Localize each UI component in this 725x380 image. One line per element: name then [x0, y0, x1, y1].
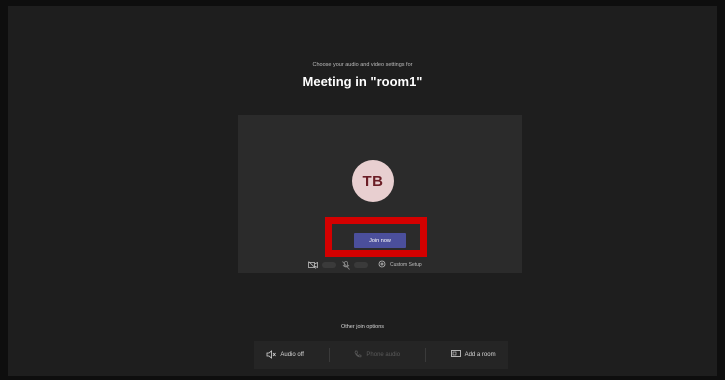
join-button-highlight: [325, 217, 427, 257]
other-join-options-bar: Audio off Phone audio Add a room: [254, 341, 508, 369]
audio-off-option[interactable]: Audio off: [266, 349, 304, 361]
custom-setup-button[interactable]: Custom Setup: [378, 260, 422, 270]
other-join-options-heading: Other join options: [340, 324, 385, 330]
option-divider: [424, 348, 426, 362]
meeting-title: Meeting in "room1": [302, 74, 423, 89]
gear-icon: [378, 260, 386, 270]
device-controls: Custom Setup: [308, 259, 422, 271]
camera-toggle[interactable]: [308, 261, 336, 269]
add-a-room-option[interactable]: Add a room: [450, 350, 496, 360]
cast-room-icon: [450, 350, 461, 360]
meeting-prejoin-screen: Choose your audio and video settings for…: [8, 6, 717, 376]
speaker-off-icon: [266, 349, 277, 361]
custom-setup-label: Custom Setup: [390, 262, 422, 268]
phone-audio-option[interactable]: Phone audio: [354, 350, 400, 360]
avatar: TB: [352, 160, 394, 202]
option-divider: [328, 348, 330, 362]
audio-off-label: Audio off: [280, 352, 304, 358]
camera-switch[interactable]: [322, 262, 336, 268]
mic-switch[interactable]: [354, 262, 368, 268]
mic-off-icon: [342, 260, 350, 270]
mic-toggle[interactable]: [342, 260, 368, 270]
video-preview-panel: TB Join now Custom Setup: [238, 115, 522, 273]
phone-audio-label: Phone audio: [366, 352, 401, 358]
phone-icon: [354, 350, 362, 360]
add-a-room-label: Add a room: [464, 352, 496, 358]
prejoin-subtitle: Choose your audio and video settings for: [312, 62, 413, 68]
camera-off-icon: [308, 261, 318, 269]
